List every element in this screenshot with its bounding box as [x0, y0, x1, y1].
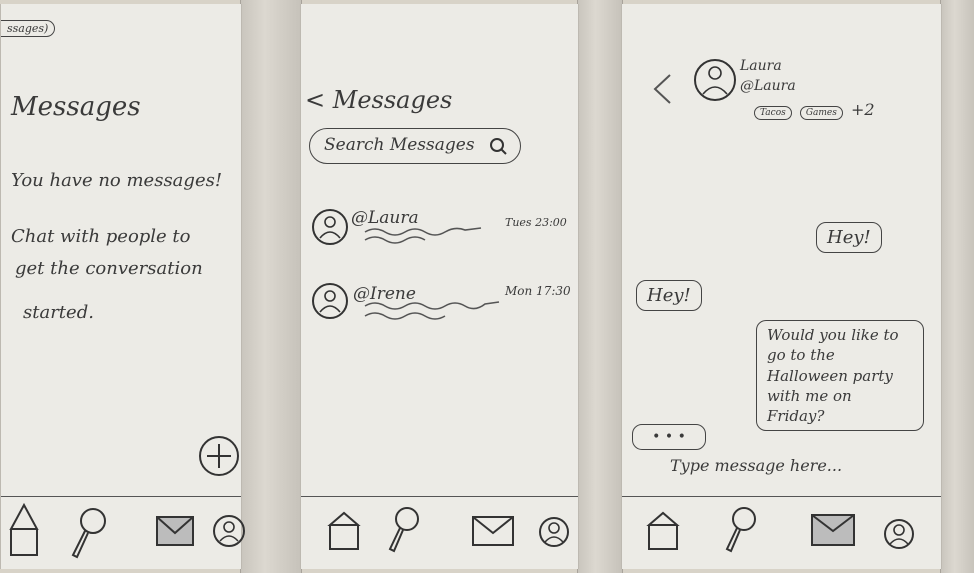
back-to-messages[interactable]: < Messages	[305, 86, 452, 114]
search-input[interactable]: Search Messages	[309, 128, 521, 164]
interest-tag[interactable]: Tacos	[754, 106, 792, 120]
profile-icon[interactable]	[211, 513, 247, 549]
bottom-nav	[301, 496, 578, 569]
search-icon[interactable]	[67, 505, 111, 559]
typing-indicator: • • •	[632, 424, 706, 450]
paper-divider	[577, 0, 623, 573]
search-icon[interactable]	[385, 505, 421, 553]
contact-handle: @Laura	[740, 78, 796, 94]
avatar-icon	[312, 283, 348, 319]
message-preview-squiggle	[364, 227, 482, 244]
message-input[interactable]: Type message here...	[670, 456, 910, 484]
mail-icon[interactable]	[810, 513, 856, 547]
page-title: Messages	[11, 92, 141, 122]
mail-icon[interactable]	[471, 515, 515, 547]
home-icon[interactable]	[327, 511, 361, 551]
back-icon[interactable]	[650, 72, 674, 106]
empty-body-line: started.	[23, 302, 94, 323]
contact-name: Laura	[740, 58, 782, 74]
screen-empty-inbox: ssages) Messages You have no messages! C…	[0, 4, 245, 569]
screen-inbox-list: < Messages Search Messages @Laura Tues 2…	[300, 4, 579, 569]
add-icon[interactable]	[197, 434, 241, 478]
screen-conversation: Laura @Laura Tacos Games +2 Hey! Hey! Wo…	[621, 4, 942, 569]
home-icon[interactable]	[7, 501, 41, 559]
conversation-row[interactable]: @Laura Tues 23:00	[309, 202, 571, 258]
conversation-row[interactable]: @Irene Mon 17:30	[309, 276, 571, 332]
bottom-nav	[622, 496, 941, 569]
search-placeholder: Search Messages	[324, 135, 475, 155]
tags-more[interactable]: +2	[851, 100, 875, 119]
profile-icon[interactable]	[537, 515, 571, 549]
message-preview-squiggle	[364, 301, 500, 320]
paper-divider	[240, 0, 302, 573]
empty-body-line: Chat with people to	[11, 226, 191, 247]
profile-icon[interactable]	[882, 517, 916, 551]
conversation-time: Tues 23:00	[505, 216, 567, 229]
message-bubble-right: Would you like to go to the Halloween pa…	[756, 320, 924, 432]
avatar-icon	[312, 209, 348, 245]
tab-fragment[interactable]: ssages)	[1, 20, 56, 37]
empty-body-line: get the conversation	[15, 258, 203, 279]
contact-tags: Tacos Games +2	[754, 100, 875, 120]
search-icon[interactable]	[488, 136, 508, 156]
bottom-nav	[1, 496, 245, 569]
avatar-icon	[694, 59, 736, 101]
interest-tag[interactable]: Games	[799, 106, 843, 120]
conversation-time: Mon 17:30	[505, 284, 571, 298]
message-bubble-right: Hey!	[816, 222, 882, 253]
empty-title: You have no messages!	[11, 170, 223, 191]
home-icon[interactable]	[646, 511, 680, 551]
search-icon[interactable]	[722, 505, 758, 553]
mail-icon[interactable]	[155, 515, 195, 547]
message-bubble-left: Hey!	[636, 280, 702, 311]
paper-divider	[940, 0, 974, 573]
